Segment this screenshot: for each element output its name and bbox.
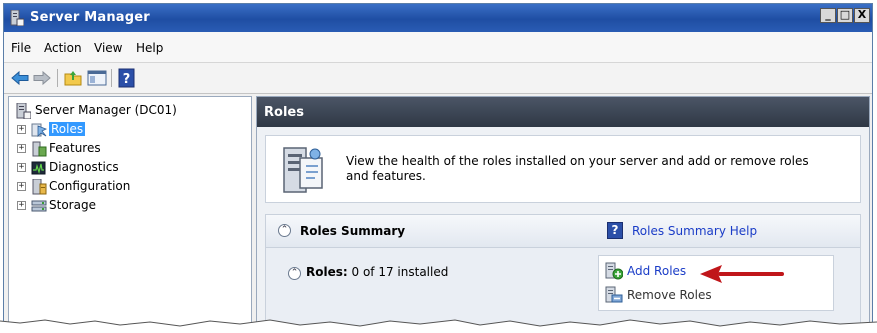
roles-icon <box>31 123 47 137</box>
tree-label-storage: Storage <box>49 198 96 212</box>
tree-label-configuration: Configuration <box>49 179 131 193</box>
expand-configuration-button[interactable]: + <box>17 182 26 191</box>
features-icon <box>32 141 47 157</box>
toolbar-separator <box>57 69 58 87</box>
annotation-arrow-icon <box>700 265 784 283</box>
collapse-summary-button[interactable]: ⌃ <box>278 224 291 237</box>
roles-intro-text: View the health of the roles installed o… <box>346 154 809 183</box>
remove-roles-link[interactable]: Remove Roles <box>627 288 712 302</box>
roles-summary-help-link[interactable]: Roles Summary Help <box>632 224 757 238</box>
forward-arrow-icon[interactable] <box>32 68 52 88</box>
help-icon[interactable]: ? <box>117 68 137 88</box>
menu-bar: File Action View Help <box>4 32 872 63</box>
menu-help[interactable]: Help <box>136 41 163 55</box>
roles-installed-status: Roles: 0 of 17 installed <box>306 265 448 279</box>
storage-icon <box>31 200 47 212</box>
details-header: Roles <box>257 97 869 127</box>
up-folder-icon[interactable] <box>63 68 83 88</box>
back-arrow-icon[interactable] <box>10 68 30 88</box>
tree-item-configuration[interactable]: + Configuration <box>17 178 237 196</box>
diagnostics-icon <box>31 161 46 175</box>
tree-label-diagnostics: Diagnostics <box>49 160 119 174</box>
remove-roles-action[interactable]: Remove Roles <box>605 286 805 304</box>
details-title: Roles <box>264 105 304 120</box>
tree-label-features: Features <box>49 141 101 155</box>
roles-summary-help-icon[interactable]: ? <box>607 222 623 239</box>
toolbar: ? <box>4 63 872 94</box>
add-roles-link[interactable]: Add Roles <box>627 264 686 278</box>
roles-label: Roles: <box>306 265 348 279</box>
window-title: Server Manager <box>30 10 150 25</box>
remove-roles-icon <box>605 286 623 303</box>
roles-summary-title: Roles Summary <box>300 224 406 238</box>
server-icon <box>16 103 31 119</box>
roles-intro-box: View the health of the roles installed o… <box>265 135 861 203</box>
toolbar-separator <box>111 69 112 87</box>
tree-item-features[interactable]: + Features <box>17 140 237 158</box>
tree-label-roles: Roles <box>49 122 86 136</box>
close-button[interactable]: X <box>854 8 870 23</box>
menu-action[interactable]: Action <box>44 41 82 55</box>
torn-edge-decoration <box>0 319 877 333</box>
tree-item-roles[interactable]: + Roles <box>17 121 237 139</box>
server-manager-app-icon <box>10 10 24 26</box>
roles-summary-header: ⌃ Roles Summary ? Roles Summary Help <box>266 215 860 248</box>
maximize-button[interactable]: □ <box>837 8 853 23</box>
console-tree: Server Manager (DC01) + Roles + Features… <box>8 96 252 328</box>
expand-storage-button[interactable]: + <box>17 201 26 210</box>
show-hide-tree-icon[interactable] <box>87 68 107 88</box>
tree-root-label: Server Manager (DC01) <box>35 103 177 117</box>
menu-file[interactable]: File <box>11 41 31 55</box>
expand-diagnostics-button[interactable]: + <box>17 163 26 172</box>
details-pane: Roles View the health of the roles insta… <box>256 96 870 328</box>
minimize-button[interactable]: _ <box>820 8 836 23</box>
tree-root[interactable]: Server Manager (DC01) <box>15 102 235 120</box>
menu-view[interactable]: View <box>94 41 122 55</box>
configuration-icon <box>32 179 47 195</box>
roles-count: 0 of 17 installed <box>351 265 449 279</box>
roles-server-icon <box>283 147 323 193</box>
add-roles-icon <box>605 262 623 280</box>
svg-text:?: ? <box>123 72 131 87</box>
tree-item-diagnostics[interactable]: + Diagnostics <box>17 159 237 177</box>
expand-features-button[interactable]: + <box>17 144 26 153</box>
collapse-roles-button[interactable]: ⌃ <box>288 267 301 280</box>
expand-roles-button[interactable]: + <box>17 125 26 134</box>
tree-item-storage[interactable]: + Storage <box>17 197 237 215</box>
title-bar[interactable]: Server Manager _ □ X <box>4 4 872 32</box>
